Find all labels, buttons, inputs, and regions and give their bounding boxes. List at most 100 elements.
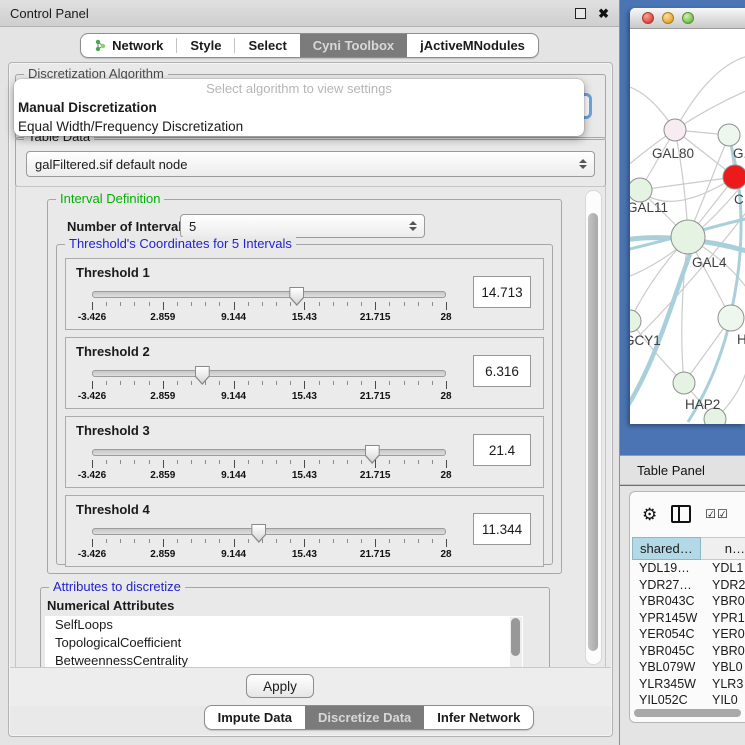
tab-network-label: Network <box>112 38 163 53</box>
algorithm-dropdown-popup: Select algorithm to view settings Manual… <box>14 79 584 136</box>
interval-definition-title: Interval Definition <box>56 192 164 206</box>
network-node-g[interactable] <box>718 124 740 146</box>
panel-title: Control Panel <box>10 6 89 21</box>
dropdown-option-equal-width-frequency[interactable]: Equal Width/Frequency Discretization <box>14 117 584 136</box>
tab-select[interactable]: Select <box>235 34 299 57</box>
network-node-gal4[interactable] <box>671 220 705 254</box>
close-icon[interactable]: ✖ <box>598 7 609 20</box>
close-traffic-light-icon[interactable] <box>642 12 654 24</box>
table-row[interactable]: YBR045CYBR0 <box>632 643 745 660</box>
slider-track[interactable] <box>92 370 446 377</box>
zoom-traffic-light-icon[interactable] <box>682 12 694 24</box>
threshold-coordinates-group: Threshold's Coordinates for 5 Intervals … <box>56 244 553 565</box>
scrollbar-thumb[interactable] <box>588 213 598 651</box>
table-row[interactable]: YIL052CYIL0 <box>632 692 745 707</box>
slider-tick-labels: -3.4262.8599.14415.4321.71528 <box>92 470 446 482</box>
number-of-intervals-value: 5 <box>189 219 196 234</box>
threshold-slider[interactable]: -3.4262.8599.14415.4321.71528 <box>92 445 446 483</box>
attribute-item[interactable]: TopologicalCoefficient <box>45 634 523 652</box>
attribute-list-scrollbar[interactable] <box>510 617 522 669</box>
node-table: shared… n… YDL19…YDL1YDR27…YDR2YBR043CYB… <box>632 537 745 707</box>
network-canvas[interactable]: GAL80G.CGAL11GAL4GCY1HHAP2 <box>630 28 745 424</box>
control-panel: Control Panel ✖ Network Style <box>0 0 620 745</box>
table-row[interactable]: YDL19…YDL1 <box>632 560 745 577</box>
tab-style[interactable]: Style <box>177 34 234 57</box>
threshold-value-field[interactable]: 11.344 <box>473 513 531 545</box>
threshold-slider[interactable]: -3.4262.8599.14415.4321.71528 <box>92 366 446 404</box>
threshold-slider[interactable]: -3.4262.8599.14415.4321.71528 <box>92 524 446 562</box>
node-table-card: ⚙ ☑☑ shared… n… YDL19…YDL1YDR27…YDR2YBR0… <box>629 491 745 723</box>
network-view-area: GAL80G.CGAL11GAL4GCY1HHAP2 Table Panel ⚙… <box>620 0 745 745</box>
cell-shared-name: YLR345W <box>632 677 708 691</box>
threshold-list: Threshold 1-3.4262.8599.14415.4321.71528… <box>57 258 552 567</box>
table-row[interactable]: YPR145WYPR1 <box>632 610 745 627</box>
network-node-c[interactable] <box>723 165 745 189</box>
table-panel-body: ⚙ ☑☑ shared… n… YDL19…YDL1YDR27…YDR2YBR0… <box>620 486 745 745</box>
network-node-label: GAL11 <box>630 200 668 215</box>
select-columns-icon[interactable]: ☑☑ <box>705 507 729 521</box>
cell-name: YBR0 <box>708 594 745 608</box>
tab-jactivemnodules[interactable]: jActiveMNodules <box>407 34 538 57</box>
dropdown-option-manual-discretization[interactable]: Manual Discretization <box>14 98 584 117</box>
slider-track[interactable] <box>92 449 446 456</box>
apply-button[interactable]: Apply <box>246 674 314 698</box>
table-panel-titlebar: Table Panel <box>620 455 745 485</box>
table-row[interactable]: YLR345WYLR3 <box>632 676 745 693</box>
network-node-gcy1[interactable] <box>630 310 641 332</box>
table-settings-gear-icon[interactable]: ⚙ <box>642 506 657 523</box>
tab-infer-network[interactable]: Infer Network <box>424 706 533 729</box>
column-header-shared-name[interactable]: shared… <box>632 537 701 560</box>
float-window-icon[interactable] <box>575 8 586 19</box>
tab-discretize-data[interactable]: Discretize Data <box>305 706 424 729</box>
attributes-title: Attributes to discretize <box>49 580 185 594</box>
network-edge[interactable] <box>640 177 735 201</box>
table-row[interactable]: YBL079WYBL0 <box>632 659 745 676</box>
threshold-value-field[interactable]: 14.713 <box>473 276 531 308</box>
cell-shared-name: YER054C <box>632 627 708 641</box>
column-manager-icon[interactable] <box>671 505 691 523</box>
tab-network[interactable]: Network <box>81 34 176 57</box>
threshold-value-field[interactable]: 21.4 <box>473 434 531 466</box>
network-node-gal80[interactable] <box>664 119 686 141</box>
cell-shared-name: YBL079W <box>632 660 708 674</box>
table-row[interactable]: YBR043CYBR0 <box>632 593 745 610</box>
numerical-attributes-list[interactable]: SelfLoopsTopologicalCoefficientBetweenne… <box>45 616 523 669</box>
cell-shared-name: YDR27… <box>632 578 708 592</box>
threshold-value-field[interactable]: 6.316 <box>473 355 531 387</box>
minimize-traffic-light-icon[interactable] <box>662 12 674 24</box>
network-node-hap2[interactable] <box>673 372 695 394</box>
tab-impute-data-label: Impute Data <box>218 710 292 725</box>
column-header-name[interactable]: n… <box>701 537 745 560</box>
threshold-box: Threshold 3 -3.4262.8599.14415.4321.71528… <box>65 416 544 488</box>
tab-impute-data[interactable]: Impute Data <box>205 706 305 729</box>
table-data-combobox[interactable]: galFiltered.sif default node <box>26 151 595 177</box>
network-edge[interactable] <box>675 56 745 130</box>
settings-scrollbar[interactable] <box>585 190 602 665</box>
number-of-intervals-combobox[interactable]: 5 <box>180 214 425 238</box>
attribute-item[interactable]: SelfLoops <box>45 616 523 634</box>
table-data-group: Table Data galFiltered.sif default node <box>15 137 606 187</box>
network-edge[interactable] <box>630 321 684 383</box>
network-node-h[interactable] <box>718 305 744 331</box>
network-window[interactable]: GAL80G.CGAL11GAL4GCY1HHAP2 <box>630 8 745 424</box>
threshold-label: Threshold 3 <box>76 423 150 438</box>
table-row[interactable]: YDR27…YDR2 <box>632 577 745 594</box>
table-row[interactable]: YER054CYER0 <box>632 626 745 643</box>
table-header-row: shared… n… <box>632 537 745 560</box>
table-horizontal-scrollbar[interactable] <box>634 709 741 717</box>
slider-tick-labels: -3.4262.8599.14415.4321.71528 <box>92 312 446 324</box>
tab-cyni-toolbox[interactable]: Cyni Toolbox <box>300 34 407 57</box>
cell-name: YIL0 <box>708 693 745 707</box>
network-edge[interactable] <box>640 177 735 190</box>
slider-track[interactable] <box>92 291 446 298</box>
slider-track[interactable] <box>92 528 446 535</box>
scrollbar-thumb[interactable] <box>511 618 520 656</box>
control-panel-titlebar: Control Panel ✖ <box>0 0 619 27</box>
threshold-slider[interactable]: -3.4262.8599.14415.4321.71528 <box>92 287 446 325</box>
network-node-label: GAL80 <box>652 146 694 161</box>
slider-tick-labels: -3.4262.8599.14415.4321.71528 <box>92 391 446 403</box>
network-node-gal11[interactable] <box>630 178 652 202</box>
bottom-tab-bar: Impute Data Discretize Data Infer Networ… <box>126 705 612 730</box>
cell-shared-name: YBR043C <box>632 594 708 608</box>
network-node-label: G. <box>733 146 745 161</box>
